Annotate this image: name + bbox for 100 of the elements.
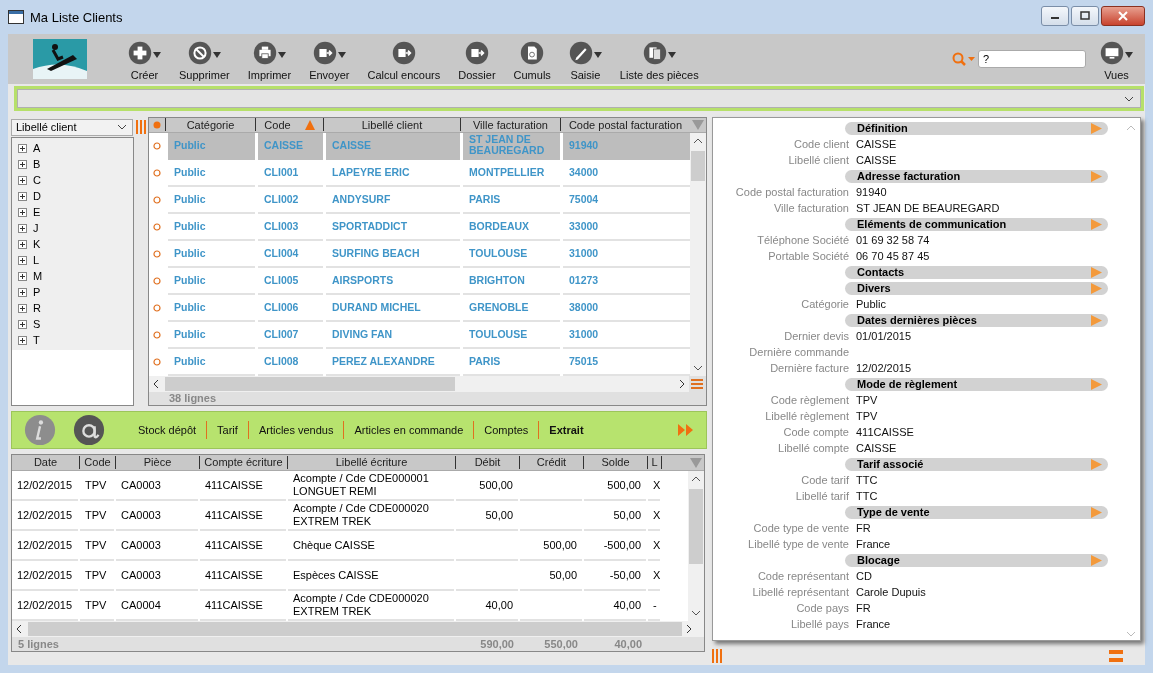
tab[interactable]: Tarif xyxy=(206,421,248,439)
field-label: Dernière commande xyxy=(748,346,849,358)
section-header[interactable]: Tarif associé xyxy=(845,457,1108,471)
vertical-scrollbar[interactable] xyxy=(690,132,706,376)
tree-item[interactable]: K xyxy=(18,236,133,252)
expand-icon[interactable] xyxy=(18,191,27,201)
section-header[interactable]: Eléments de communication xyxy=(845,217,1108,231)
column-header[interactable]: Code xyxy=(80,456,116,469)
sort-dropdown[interactable]: Libellé client xyxy=(11,118,133,136)
tab[interactable]: Extrait xyxy=(538,421,594,439)
tree-item[interactable]: C xyxy=(18,172,133,188)
column-header[interactable]: Compte écriture xyxy=(200,456,288,469)
table-cell: ST JEAN DE BEAUREGARD xyxy=(463,132,560,160)
expand-icon[interactable] xyxy=(18,239,27,249)
tree-item[interactable]: J xyxy=(18,220,133,236)
expand-icon[interactable] xyxy=(18,159,27,169)
caret-icon xyxy=(337,51,346,58)
section-header[interactable]: Type de vente xyxy=(845,505,1108,519)
toolbar-button[interactable]: Envoyer xyxy=(300,37,359,81)
tab[interactable]: Stock dépôt xyxy=(128,421,207,439)
toolbar-button[interactable]: Calcul encours xyxy=(358,37,450,81)
field-label: Code règlement xyxy=(769,394,849,406)
section-header[interactable]: Divers xyxy=(845,281,1108,295)
section-header[interactable]: Adresse facturation xyxy=(845,169,1108,183)
expand-arrow-icon xyxy=(1091,218,1102,230)
vertical-scrollbar[interactable] xyxy=(688,471,704,621)
column-header[interactable]: Code postal facturation xyxy=(560,118,690,132)
toolbar-button[interactable]: Saisie xyxy=(559,37,611,81)
close-button[interactable] xyxy=(1101,6,1145,26)
chevron-down-icon xyxy=(117,124,127,130)
field-value: France xyxy=(856,538,892,550)
toolbar-button[interactable]: Dossier xyxy=(449,37,505,81)
views-button[interactable]: Vues xyxy=(1096,37,1137,81)
expand-icon[interactable] xyxy=(18,335,27,345)
expand-arrow-icon xyxy=(1091,506,1102,518)
horizontal-scrollbar[interactable] xyxy=(12,621,704,637)
tab[interactable]: Articles vendus xyxy=(247,421,344,439)
column-header[interactable]: Libellé client xyxy=(323,118,460,132)
section-header[interactable]: Blocage xyxy=(845,553,1108,567)
field-value: TPV xyxy=(856,410,879,422)
column-header[interactable]: Crédit xyxy=(520,456,584,469)
prohibited-icon xyxy=(187,40,212,65)
field-label: Dernier devis xyxy=(783,330,849,342)
column-header[interactable]: Solde xyxy=(584,456,648,469)
section-header[interactable]: Contacts xyxy=(845,265,1108,279)
toolbar-button[interactable]: Liste des pièces xyxy=(610,37,708,81)
section-header[interactable]: Dates dernières pièces xyxy=(845,313,1108,327)
section-header[interactable]: Mode de règlement xyxy=(845,377,1108,391)
expand-icon[interactable] xyxy=(18,287,27,297)
field-label: Code postal facturation xyxy=(734,186,849,198)
column-header[interactable]: Débit xyxy=(456,456,520,469)
field-label: Code représentant xyxy=(756,570,849,582)
close-icon xyxy=(1118,11,1128,21)
column-header[interactable]: Catégorie xyxy=(165,118,255,132)
section-header[interactable]: Définition xyxy=(845,121,1108,135)
window-title: Ma Liste Clients xyxy=(30,9,123,25)
expand-icon[interactable] xyxy=(18,143,27,153)
tab[interactable]: Comptes xyxy=(473,421,539,439)
plus-icon xyxy=(128,40,152,65)
expand-icon[interactable] xyxy=(18,303,27,313)
tree-item[interactable]: E xyxy=(18,204,133,220)
at-sign-icon[interactable] xyxy=(73,414,105,446)
expand-icon[interactable] xyxy=(18,207,27,217)
field-label: Code client xyxy=(792,138,849,150)
tree-item[interactable]: T xyxy=(18,332,133,348)
column-header[interactable]: Code xyxy=(255,118,323,132)
expand-icon[interactable] xyxy=(18,223,27,233)
expand-icon[interactable] xyxy=(18,175,27,185)
field-label: Libellé règlement xyxy=(764,410,849,422)
toolbar-button[interactable]: Supprimer xyxy=(170,37,239,81)
tree-item[interactable]: R xyxy=(18,300,133,316)
tree-item[interactable]: S xyxy=(18,316,133,332)
tree-item[interactable]: L xyxy=(18,252,133,268)
column-header[interactable]: L xyxy=(648,456,662,469)
expand-icon[interactable] xyxy=(18,271,27,281)
caret-icon xyxy=(1125,51,1133,58)
column-header[interactable]: Ville facturation xyxy=(460,118,560,132)
tree-item[interactable]: A xyxy=(18,140,133,156)
maximize-button[interactable] xyxy=(1071,6,1099,26)
tree-item[interactable]: B xyxy=(18,156,133,172)
circle-icon xyxy=(153,223,161,232)
toolbar-button[interactable]: Cumuls xyxy=(504,37,560,81)
field-value: TTC xyxy=(856,474,879,486)
tree-item[interactable]: P xyxy=(18,284,133,300)
expand-icon[interactable] xyxy=(18,255,27,265)
tree-item[interactable]: D xyxy=(18,188,133,204)
expand-icon[interactable] xyxy=(18,319,27,329)
circle-icon xyxy=(153,142,161,151)
circle-icon xyxy=(153,358,161,367)
search-field[interactable]: ? xyxy=(978,50,1086,68)
tree-item[interactable]: M xyxy=(18,268,133,284)
column-header[interactable]: Libellé écriture xyxy=(288,456,456,469)
total-value: 550,00 xyxy=(543,638,579,650)
column-header[interactable]: Date xyxy=(12,456,80,469)
toolbar-button[interactable]: Imprimer xyxy=(238,37,301,81)
tab[interactable]: Articles en commande xyxy=(343,421,474,439)
minimize-button[interactable] xyxy=(1041,6,1069,26)
column-header[interactable]: Pièce xyxy=(116,456,200,469)
window-icon xyxy=(8,10,24,24)
toolbar-button[interactable]: Créer xyxy=(119,37,170,81)
